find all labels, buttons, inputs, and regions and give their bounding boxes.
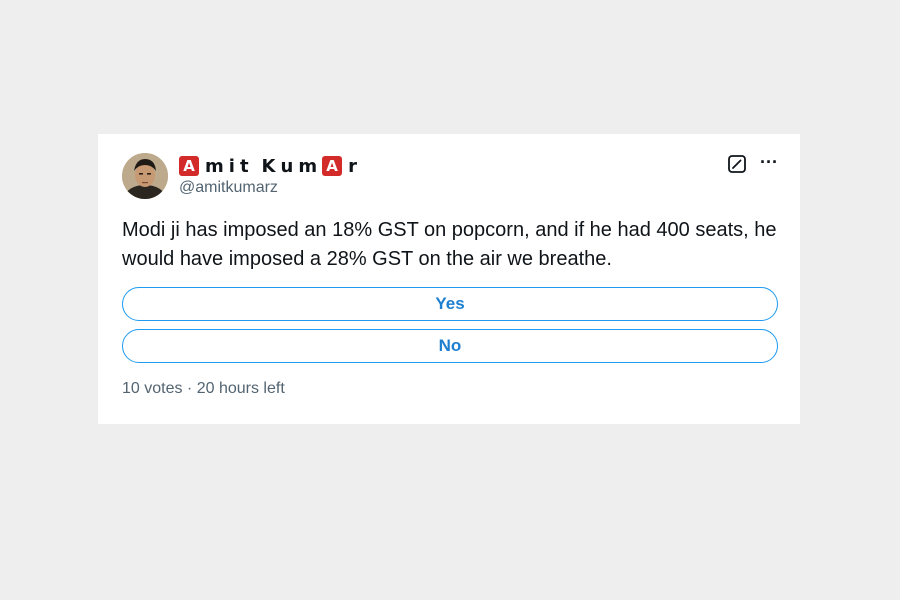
author-name-letter: u	[280, 155, 296, 177]
author-name-letter: m	[205, 155, 226, 177]
author-name-badge-letter: A	[179, 156, 199, 176]
author-handle[interactable]: @amitkumarz	[179, 179, 278, 197]
author-name-letter: r	[348, 155, 359, 177]
author-name[interactable]: Amit KumAr	[179, 154, 362, 178]
tweet-text: Modi ji has imposed an 18% GST on popcor…	[122, 219, 777, 270]
author-name-badge-letter: A	[322, 156, 343, 176]
edit-square-icon[interactable]	[728, 155, 746, 173]
avatar-portrait-icon	[122, 153, 168, 199]
more-dots-icon[interactable]: ···	[759, 153, 779, 174]
avatar[interactable]	[122, 153, 168, 199]
poll-option-no[interactable]: No	[122, 329, 778, 363]
author-name-letter: i	[228, 155, 237, 177]
author-name-letter: t	[239, 155, 251, 177]
poll-option-yes[interactable]: Yes	[122, 287, 778, 321]
author-name-letter: m	[298, 155, 320, 177]
tweet-card: Amit KumAr @amitkumarz ··· Modi ji has i…	[98, 134, 800, 424]
author-name-letter: K	[261, 155, 278, 177]
poll-meta: 10 votes · 20 hours left	[122, 380, 285, 397]
